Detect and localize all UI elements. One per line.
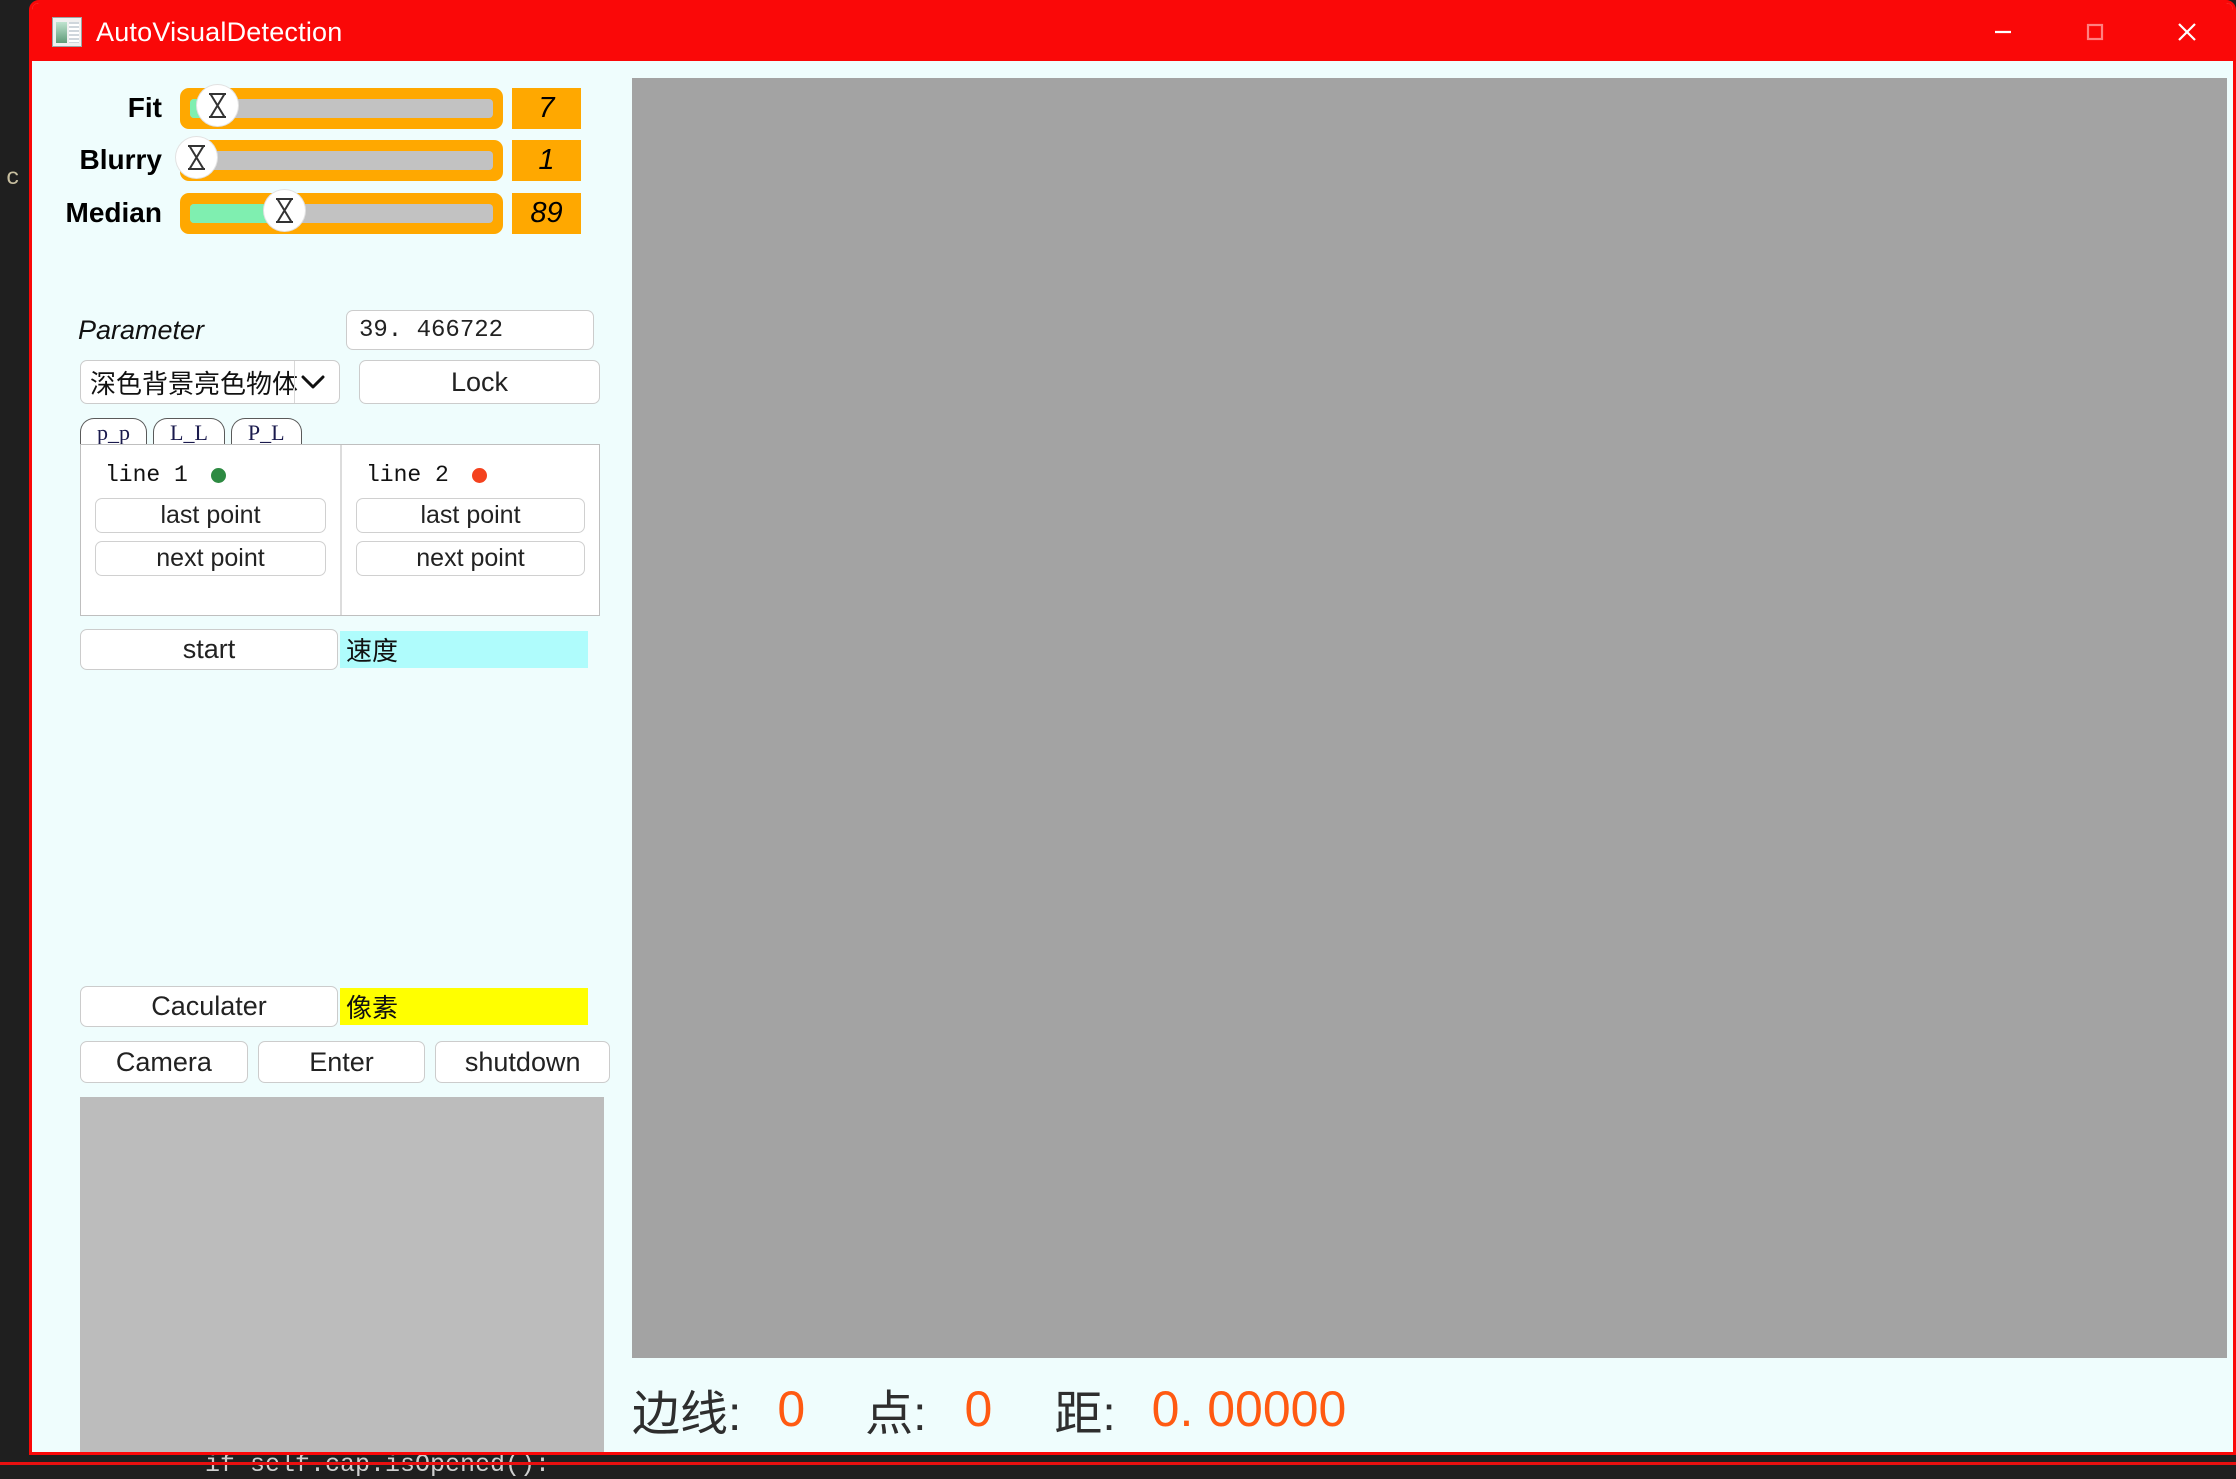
- main-video-canvas[interactable]: [632, 78, 2227, 1358]
- slider-row-blurry: Blurry 1: [32, 139, 602, 181]
- slider-label-blurry: Blurry: [32, 144, 180, 176]
- status-bar: 边线: 0 点: 0 距: 0. 00000: [632, 1373, 2227, 1445]
- window-title: AutoVisualDetection: [96, 17, 342, 48]
- slider-row-median: Median 89: [32, 192, 602, 234]
- maximize-icon: [2083, 20, 2107, 44]
- status-edge-value: 0: [777, 1380, 805, 1438]
- app-window-icon: [52, 17, 82, 47]
- speed-field[interactable]: 速度: [340, 631, 588, 668]
- editor-separator: [0, 1462, 2236, 1465]
- line-1-header: line 1: [95, 461, 326, 489]
- editor-gutter-text: c: [6, 165, 20, 191]
- slider-handle-median[interactable]: [264, 190, 305, 231]
- line-1-next-point-button[interactable]: next point: [95, 541, 326, 576]
- status-distance-value: 0. 00000: [1152, 1380, 1347, 1438]
- mode-row: 深色背景亮色物体 Lock: [80, 360, 600, 404]
- line-group-2: line 2 last point next point: [340, 445, 599, 615]
- titlebar[interactable]: AutoVisualDetection: [32, 3, 2233, 61]
- status-edge-label: 边线:: [632, 1374, 741, 1444]
- slider-fit[interactable]: [180, 88, 503, 129]
- hourglass-icon: [273, 197, 296, 224]
- camera-button[interactable]: Camera: [80, 1041, 248, 1083]
- slider-value-blurry: 1: [512, 140, 581, 181]
- slider-median[interactable]: [180, 193, 503, 234]
- shutdown-button[interactable]: shutdown: [435, 1041, 610, 1083]
- preview-image-box[interactable]: [80, 1097, 604, 1455]
- mode-select[interactable]: 深色背景亮色物体: [80, 360, 340, 404]
- caculater-button[interactable]: Caculater: [80, 986, 338, 1027]
- tab-L_L[interactable]: L_L: [153, 418, 225, 446]
- bottom-button-row: Camera Enter shutdown: [80, 1041, 610, 1083]
- parameter-row: Parameter 39. 466722: [32, 309, 602, 351]
- caculater-row: Caculater 像素: [80, 986, 600, 1027]
- slider-handle-fit[interactable]: [197, 85, 238, 126]
- line-group-1: line 1 last point next point: [81, 445, 340, 615]
- hourglass-icon: [206, 92, 229, 119]
- status-distance-label: 距:: [1054, 1374, 1115, 1444]
- close-button[interactable]: [2141, 3, 2233, 61]
- start-row: start 速度: [80, 629, 600, 670]
- line-1-color-dot-icon: [211, 468, 226, 483]
- chevron-down-icon[interactable]: [294, 361, 331, 403]
- slider-label-fit: Fit: [32, 92, 180, 124]
- line-2-label: line 2: [366, 462, 449, 488]
- start-button[interactable]: start: [80, 629, 338, 670]
- slider-handle-blurry[interactable]: [176, 137, 217, 178]
- status-point-value: 0: [965, 1380, 993, 1438]
- status-point-label: 点:: [865, 1374, 926, 1444]
- line-1-last-point-button[interactable]: last point: [95, 498, 326, 533]
- line-2-next-point-button[interactable]: next point: [356, 541, 585, 576]
- pixel-field[interactable]: 像素: [340, 988, 588, 1025]
- slider-value-median: 89: [512, 193, 581, 234]
- left-control-panel: Fit 7 Blurry: [32, 61, 602, 1455]
- slider-label-median: Median: [32, 197, 180, 229]
- enter-button[interactable]: Enter: [258, 1041, 426, 1083]
- slider-row-fit: Fit 7: [32, 87, 602, 129]
- parameter-input[interactable]: 39. 466722: [346, 310, 594, 350]
- maximize-button[interactable]: [2049, 3, 2141, 61]
- slider-value-fit: 7: [512, 88, 581, 129]
- parameter-label: Parameter: [32, 315, 180, 346]
- app-window: AutoVisualDetection Fit: [29, 0, 2236, 1455]
- tab-panel: line 1 last point next point line 2 last…: [80, 444, 600, 616]
- lock-button[interactable]: Lock: [359, 360, 600, 404]
- slider-blurry[interactable]: [180, 140, 503, 181]
- slider-track-median: [190, 204, 493, 223]
- tab-strip: p_p L_L P_L: [80, 416, 600, 446]
- line-1-label: line 1: [105, 462, 188, 488]
- line-2-last-point-button[interactable]: last point: [356, 498, 585, 533]
- chevron-down-glyph: [300, 374, 326, 390]
- minimize-button[interactable]: [1957, 3, 2049, 61]
- mode-select-value: 深色背景亮色物体: [81, 364, 298, 401]
- close-icon: [2173, 18, 2201, 46]
- tab-p_p[interactable]: p_p: [80, 418, 147, 446]
- line-2-header: line 2: [356, 461, 585, 489]
- slider-track-blurry: [190, 151, 493, 170]
- tab-P_L[interactable]: P_L: [231, 418, 302, 446]
- line-2-color-dot-icon: [472, 468, 487, 483]
- minimize-icon: [1991, 20, 2015, 44]
- hourglass-icon: [185, 144, 208, 171]
